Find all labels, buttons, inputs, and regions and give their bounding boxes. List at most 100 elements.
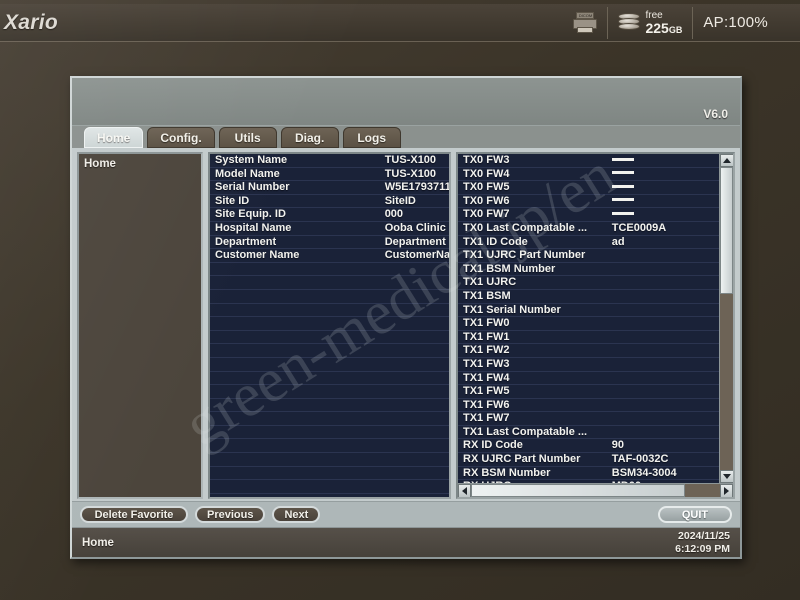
disk-free-amount: 225GB (645, 21, 682, 35)
hardware-detail-row[interactable]: TX1 UJRC (458, 275, 719, 290)
hardware-detail-key: TX1 Serial Number (458, 303, 607, 318)
system-info-empty-row[interactable] (210, 398, 449, 413)
hardware-detail-row[interactable]: TX1 FW4 (458, 371, 719, 386)
system-info-key: System Name (210, 154, 380, 168)
vertical-scrollbar[interactable] (719, 154, 733, 483)
hardware-detail-row[interactable]: TX0 FW4 (458, 167, 719, 182)
scroll-down-arrow-icon[interactable] (720, 470, 733, 483)
hardware-detail-row[interactable]: TX1 FW3 (458, 357, 719, 372)
system-info-empty-row[interactable] (210, 316, 449, 331)
hardware-detail-row[interactable]: TX1 Serial Number (458, 303, 719, 318)
navigation-tree-pane[interactable]: Home (77, 152, 203, 499)
hardware-detail-value (606, 316, 719, 331)
tab-diag[interactable]: Diag. (280, 127, 339, 148)
quit-button[interactable]: QUIT (658, 506, 732, 523)
system-info-empty-key (210, 398, 380, 413)
empty-value-dash-icon (611, 171, 634, 175)
system-info-empty-value (379, 303, 449, 318)
hardware-detail-row[interactable]: TX1 FW5 (458, 384, 719, 399)
system-info-empty-row[interactable] (210, 411, 449, 426)
hardware-detail-row[interactable]: TX1 FW7 (458, 411, 719, 426)
vertical-scroll-track[interactable] (720, 167, 733, 470)
system-info-empty-value (379, 343, 449, 358)
empty-value-dash-icon (611, 211, 634, 215)
disk-space-cell[interactable]: free 225GB (608, 4, 692, 42)
system-info-row[interactable]: Customer NameCustomerName (210, 248, 449, 263)
hardware-detail-row[interactable]: TX1 FW2 (458, 343, 719, 358)
system-info-row[interactable]: Site ID SiteID (210, 194, 449, 209)
window-header: V6.0 (72, 78, 740, 126)
hardware-detail-row[interactable]: RX UJRC Part Number TAF-0032C (458, 452, 719, 467)
hardware-detail-row[interactable]: TX1 Last Compatable ... (458, 425, 719, 440)
tree-node-home[interactable]: Home (84, 158, 196, 170)
vertical-scroll-thumb[interactable] (720, 167, 733, 295)
system-info-row[interactable]: Site Equip. ID 000 (210, 207, 449, 222)
system-info-empty-key (210, 371, 380, 386)
system-info-key: Site ID (210, 194, 380, 209)
system-info-row[interactable]: Department Department (210, 235, 449, 250)
hardware-detail-row[interactable]: TX1 ID Code ad (458, 235, 719, 250)
dicom-icon-label: DICOM (576, 11, 595, 19)
horizontal-scrollbar[interactable] (458, 483, 733, 497)
hardware-detail-row[interactable]: TX1 BSM (458, 289, 719, 304)
hardware-detail-row[interactable]: RX BSM Number BSM34-3004 (458, 466, 719, 481)
delete-favorite-button[interactable]: Delete Favorite (80, 506, 188, 523)
previous-button[interactable]: Previous (195, 506, 266, 523)
system-info-row[interactable]: Serial Number W5E1793711 (210, 180, 449, 195)
scroll-up-arrow-icon[interactable] (720, 154, 733, 167)
system-info-empty-key (210, 303, 380, 318)
hardware-detail-row[interactable]: TX1 BSM Number (458, 262, 719, 277)
hardware-detail-body: TX0 FW3 TX0 FW4 TX0 FW5 TX0 FW6 TX0 FW7 TX0 L… (458, 154, 733, 483)
system-info-empty-row[interactable] (210, 357, 449, 372)
hardware-detail-row[interactable]: TX1 FW0 (458, 316, 719, 331)
system-info-empty-row[interactable] (210, 371, 449, 386)
system-info-empty-value (379, 330, 449, 345)
hardware-detail-key: TX1 FW0 (458, 316, 607, 331)
system-info-empty-row[interactable] (210, 452, 449, 467)
hardware-detail-row[interactable]: RX ID Code 90 (458, 438, 719, 454)
acoustic-power-cell[interactable]: AP:100% (693, 4, 778, 42)
system-info-empty-row[interactable] (210, 425, 449, 440)
hardware-detail-row[interactable]: TX1 FW6 (458, 398, 719, 413)
dicom-status-cell[interactable]: DICOM (563, 4, 607, 42)
hardware-detail-row[interactable]: TX1 UJRC Part Number (458, 248, 719, 263)
system-info-grid: System Name TUS-X100 Model Name TUS-X100 Ser… (210, 154, 449, 494)
horizontal-scroll-track[interactable] (471, 484, 720, 497)
hardware-detail-row[interactable]: TX0 FW3 (458, 154, 719, 168)
system-info-empty-row[interactable] (210, 343, 449, 358)
system-info-empty-row[interactable] (210, 384, 449, 399)
system-info-table: System Name TUS-X100 Model Name TUS-X100 Ser… (208, 152, 451, 499)
hardware-detail-key: TX1 BSM (458, 289, 607, 304)
hardware-detail-key: TX1 UJRC Part Number (458, 248, 607, 263)
system-info-empty-row[interactable] (210, 275, 449, 290)
ultrasound-console-screen: Xario DICOM free 225GB AP:100% V6.0 Home… (0, 0, 800, 600)
system-info-empty-row[interactable] (210, 289, 449, 304)
hardware-detail-row[interactable]: TX1 FW1 (458, 330, 719, 345)
hardware-detail-row[interactable]: TX0 FW7 (458, 207, 719, 222)
tab-home[interactable]: Home (84, 127, 144, 148)
system-info-empty-value (379, 398, 449, 413)
system-info-empty-row[interactable] (210, 262, 449, 277)
service-application-window: V6.0 Home Config. Utils Diag. Logs Home … (70, 76, 742, 559)
system-info-empty-row[interactable] (210, 303, 449, 318)
tab-config[interactable]: Config. (147, 127, 215, 148)
system-info-row[interactable]: Hospital Name Ooba Clinic (210, 221, 449, 236)
system-status-bar: Xario DICOM free 225GB AP:100% (0, 4, 800, 42)
scroll-left-arrow-icon[interactable] (458, 484, 471, 497)
scroll-right-arrow-icon[interactable] (720, 484, 733, 497)
system-info-value: CustomerName (379, 248, 449, 263)
next-button[interactable]: Next (272, 506, 321, 523)
horizontal-scroll-thumb[interactable] (471, 484, 686, 497)
system-info-empty-value (379, 357, 449, 372)
system-info-row[interactable]: System Name TUS-X100 (210, 154, 449, 168)
system-info-empty-row[interactable] (210, 438, 449, 454)
tab-utils[interactable]: Utils (218, 127, 277, 148)
hardware-detail-row[interactable]: TX0 FW6 (458, 194, 719, 209)
system-info-row[interactable]: Model Name TUS-X100 (210, 167, 449, 182)
system-info-empty-row[interactable] (210, 330, 449, 345)
tab-logs[interactable]: Logs (342, 127, 401, 148)
system-info-empty-row[interactable] (210, 479, 449, 494)
hardware-detail-row[interactable]: TX0 FW5 (458, 180, 719, 195)
hardware-detail-row[interactable]: TX0 Last Compatable ... TCE0009A (458, 221, 719, 236)
system-info-empty-row[interactable] (210, 466, 449, 481)
